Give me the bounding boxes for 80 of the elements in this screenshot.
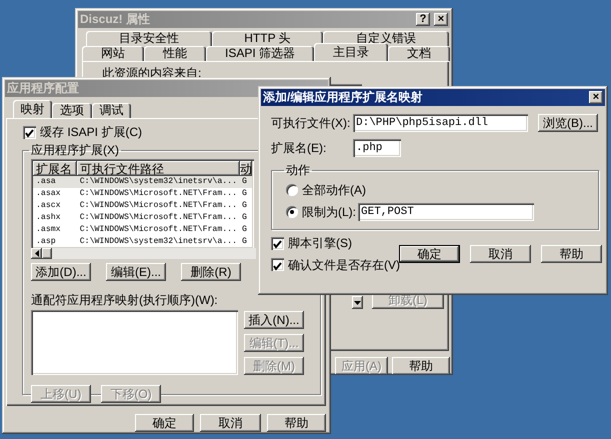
dropdown[interactable] <box>352 296 363 310</box>
table-row[interactable]: .asmx C:\WINDOWS\Microsoft.NET\Fram... G <box>33 224 252 236</box>
radio-button[interactable] <box>286 206 298 218</box>
table-row[interactable]: .ascx C:\WINDOWS\Microsoft.NET\Fram... G <box>33 200 252 212</box>
table-cell: G <box>240 236 252 248</box>
horizontal-scrollbar[interactable] <box>31 248 256 260</box>
tab[interactable]: 主目录 <box>314 43 388 61</box>
tab[interactable]: 映射 <box>13 100 52 118</box>
table-cell: C:\WINDOWS\system32\inetsrv\a... <box>76 236 240 248</box>
table-cell: C:\WINDOWS\system32\inetsrv\a... <box>76 176 240 188</box>
wildcard-mapping-label: 通配符应用程序映射(执行顺序)(W): <box>31 293 219 308</box>
checkbox[interactable] <box>23 126 36 139</box>
radio-label: 全部动作(A) <box>302 183 366 198</box>
table-cell-text: C:\WINDOWS\Microsoft.NET\Fram... <box>78 224 238 236</box>
tab[interactable]: 选项 <box>52 103 92 118</box>
executable-label: 可执行文件(X): <box>271 116 352 130</box>
cancel-button[interactable]: 取消 <box>200 414 261 432</box>
checkbox-label: 缓存 ISAPI 扩展(C) <box>40 125 142 140</box>
browse-button[interactable]: 浏览(B)... <box>538 114 598 132</box>
help-button[interactable]: 帮助 <box>541 245 602 264</box>
table-cell-text: .ascx <box>35 200 62 212</box>
extension-label: 扩展名(E): <box>271 140 328 156</box>
window-title: 添加/编辑应用程序扩展名映射 <box>263 90 422 105</box>
table-cell-text: .asmx <box>35 224 62 236</box>
scrollbar-thumb[interactable] <box>42 248 52 260</box>
add-button[interactable]: 添加(D)... <box>31 263 91 282</box>
tab[interactable]: ISAPI 筛选器 <box>206 46 314 61</box>
checkbox-label: 脚本引擎(S) <box>288 236 352 251</box>
table-cell-text: C:\WINDOWS\Microsoft.NET\Fram... <box>78 188 238 200</box>
table-cell-text: C:\WINDOWS\Microsoft.NET\Fram... <box>78 200 238 212</box>
help-button[interactable]: 帮助 <box>267 414 326 432</box>
help-button[interactable]: ? <box>416 13 430 26</box>
tab[interactable]: HTTP 头 <box>212 31 324 46</box>
table-cell-text: G <box>241 212 248 224</box>
window-title: 应用程序配置 <box>7 81 79 96</box>
table-cell-text: .ashx <box>35 212 62 224</box>
table-cell-text: G <box>241 188 248 200</box>
table-cell-text: .asax <box>35 188 62 200</box>
ok-button[interactable]: 确定 <box>135 414 194 432</box>
table-row[interactable]: .asax C:\WINDOWS\Microsoft.NET\Fram... G <box>33 188 252 200</box>
delete-button[interactable]: 删除(R) <box>181 263 241 282</box>
checkbox[interactable] <box>271 237 284 250</box>
group-label: 应用程序扩展(X) <box>30 143 120 158</box>
close-button[interactable]: × <box>589 91 603 104</box>
method-limit-field[interactable]: GET,POST <box>358 203 534 222</box>
ok-button[interactable]: 确定 <box>399 245 460 264</box>
cancel-button[interactable]: 取消 <box>470 245 531 264</box>
left-arrow-icon[interactable] <box>34 250 38 258</box>
tab[interactable]: 网站 <box>82 46 144 61</box>
column-header[interactable]: 动 <box>240 161 252 176</box>
table-cell: G <box>240 176 252 188</box>
checkbox-label: 确认文件是否存在(V) <box>288 258 400 272</box>
table-cell: .asp <box>33 236 77 248</box>
tab[interactable]: 性能 <box>144 46 206 61</box>
executable-field[interactable]: D:\PHP\php5isapi.dll <box>353 114 528 132</box>
insert-button[interactable]: 插入(N)... <box>244 310 304 329</box>
dropdown-arrow-icon[interactable] <box>354 300 361 305</box>
window-title: Discuz! 属性 <box>80 12 150 27</box>
edit-button[interactable]: 编辑(E)... <box>106 263 166 282</box>
radio-label: 限制为(L): <box>302 205 354 220</box>
group-label: 动作 <box>285 163 311 177</box>
table-cell-text: G <box>241 200 248 212</box>
column-header[interactable]: 扩展名 <box>33 161 77 176</box>
tab[interactable]: 调试 <box>92 103 131 118</box>
table-cell: .asa <box>33 176 77 188</box>
wildcard-list[interactable] <box>31 310 238 375</box>
table-row[interactable]: .ashx C:\WINDOWS\Microsoft.NET\Fram... G <box>33 212 252 224</box>
table-cell-text: C:\WINDOWS\Microsoft.NET\Fram... <box>78 212 238 224</box>
tab[interactable]: 文档 <box>388 46 450 61</box>
extension-field[interactable]: .php <box>353 139 401 157</box>
column-header[interactable]: 可执行文件路径 <box>76 161 240 176</box>
table-row[interactable]: .asp C:\WINDOWS\system32\inetsrv\a... G <box>33 236 252 248</box>
checkbox[interactable] <box>271 258 284 272</box>
help-button[interactable]: 帮助 <box>392 357 450 375</box>
tab[interactable]: 目录安全性 <box>86 31 212 46</box>
close-button[interactable]: × <box>434 13 448 26</box>
extension-list[interactable] <box>31 159 254 250</box>
radio-button[interactable] <box>286 184 298 196</box>
table-cell-text: G <box>241 224 248 236</box>
table-row[interactable]: .asa C:\WINDOWS\system32\inetsrv\a... G <box>33 176 252 188</box>
